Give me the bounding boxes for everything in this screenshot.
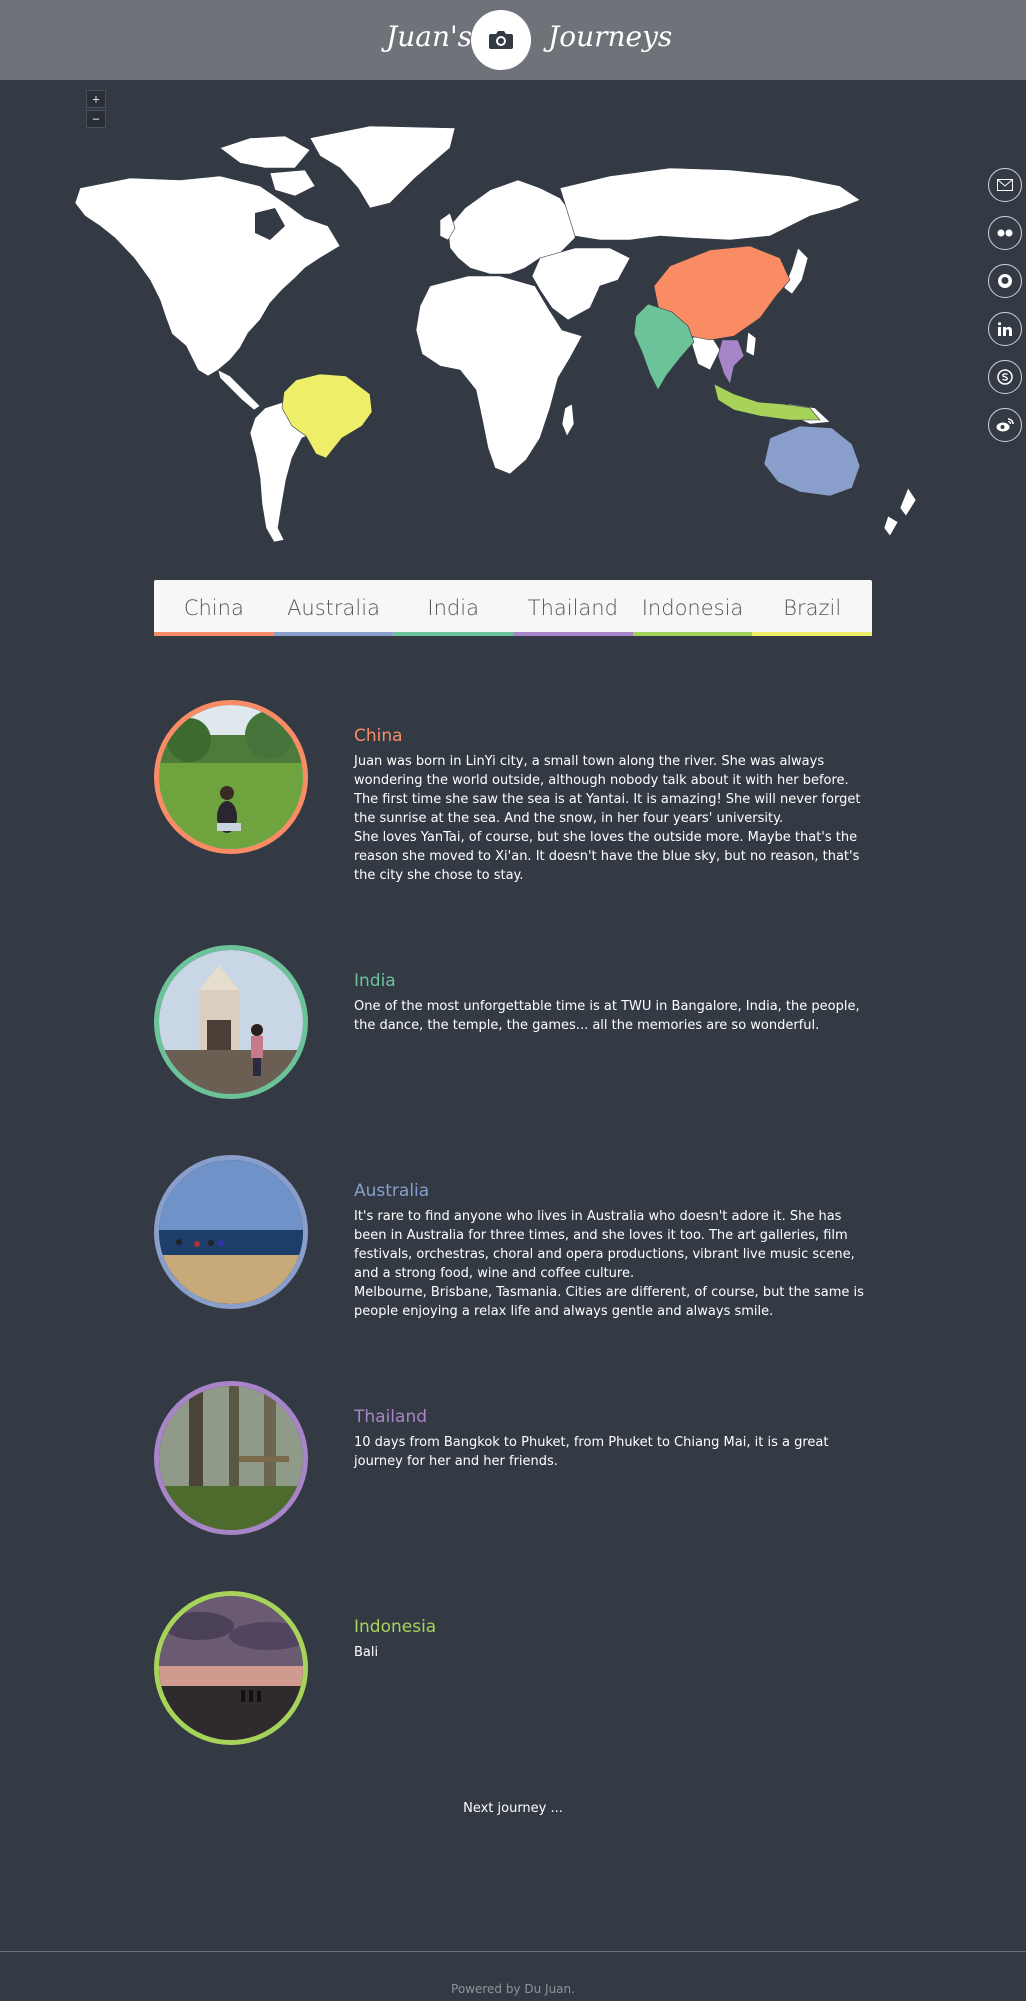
story-paragraph: One of the most unforgettable time is at… <box>354 999 860 1033</box>
story-text: 10 days from Bangkok to Phuket, from Phu… <box>354 1433 874 1471</box>
story-paragraph: She loves YanTai, of course, but she lov… <box>354 830 860 883</box>
map-russia <box>559 167 861 241</box>
github-link[interactable] <box>988 264 1022 298</box>
tab-label: Thailand <box>527 596 618 620</box>
story-text: Bali <box>354 1643 874 1662</box>
weibo-icon <box>996 418 1014 432</box>
tab-australia[interactable]: Australia <box>273 580 394 636</box>
tab-india[interactable]: India <box>393 580 514 636</box>
github-icon <box>998 274 1012 288</box>
weibo-link[interactable] <box>988 408 1022 442</box>
map-japan <box>783 247 809 295</box>
flickr-icon <box>997 229 1013 237</box>
camera-logo[interactable] <box>471 10 531 70</box>
map-greenland <box>309 125 456 209</box>
story-text: It's rare to find anyone who lives in Au… <box>354 1207 874 1321</box>
tab-label: China <box>183 596 244 620</box>
country-tabs: China Australia India Thailand Indonesia… <box>154 580 873 636</box>
tab-china[interactable]: China <box>154 580 274 636</box>
brand-title-right: Journeys <box>548 20 673 53</box>
map-central-america <box>217 369 261 411</box>
site-header: Juan's Journeys <box>0 0 1026 80</box>
story-paragraph: Juan was born in LinYi city, a small tow… <box>354 754 849 788</box>
map-country-australia <box>763 425 861 497</box>
tab-brazil[interactable]: Brazil <box>752 580 873 636</box>
india-photo <box>154 945 308 1099</box>
skype-icon <box>997 369 1013 385</box>
brand-title-left: Juan's <box>386 20 473 53</box>
australia-photo <box>154 1155 308 1309</box>
tab-label: Brazil <box>783 596 842 620</box>
map-country-indonesia <box>713 383 821 421</box>
email-icon <box>997 179 1013 191</box>
indonesia-photo <box>154 1591 308 1745</box>
story-paragraph: Bali <box>354 1645 379 1660</box>
zoom-in-button[interactable]: + <box>86 90 106 108</box>
skype-link[interactable] <box>988 360 1022 394</box>
tab-label: Indonesia <box>641 596 744 620</box>
story-title: Australia <box>354 1181 430 1201</box>
story-text: Juan was born in LinYi city, a small tow… <box>354 752 874 885</box>
story-paragraph: It's rare to find anyone who lives in Au… <box>354 1209 855 1281</box>
tab-thailand[interactable]: Thailand <box>513 580 633 636</box>
flickr-link[interactable] <box>988 216 1022 250</box>
linkedin-link[interactable] <box>988 312 1022 346</box>
camera-icon <box>489 31 513 49</box>
tab-indonesia[interactable]: Indonesia <box>632 580 753 636</box>
story-paragraph: 10 days from Bangkok to Phuket, from Phu… <box>354 1435 829 1469</box>
map-north-america <box>74 175 341 377</box>
story-paragraph: Melbourne, Brisbane, Tasmania. Cities ar… <box>354 1285 864 1319</box>
map-arctic-islands <box>219 135 311 169</box>
china-photo <box>154 700 308 854</box>
linkedin-icon <box>998 322 1012 336</box>
email-link[interactable] <box>988 168 1022 202</box>
story-title: China <box>354 726 403 746</box>
map-country-thailand <box>717 339 745 385</box>
world-map[interactable] <box>70 108 950 548</box>
next-journey-text: Next journey ... <box>463 1801 563 1816</box>
thailand-photo <box>154 1381 308 1535</box>
story-title: Indonesia <box>354 1617 437 1637</box>
tab-label: India <box>427 596 479 620</box>
story-paragraph: The first time she saw the sea is at Yan… <box>354 792 861 826</box>
tab-label: Australia <box>287 596 380 620</box>
story-title: Thailand <box>354 1407 428 1427</box>
footer-credit: Powered by Du Juan. <box>451 1982 575 1996</box>
story-text: One of the most unforgettable time is at… <box>354 997 874 1035</box>
story-title: India <box>354 971 396 991</box>
footer-divider <box>0 1951 1026 1952</box>
